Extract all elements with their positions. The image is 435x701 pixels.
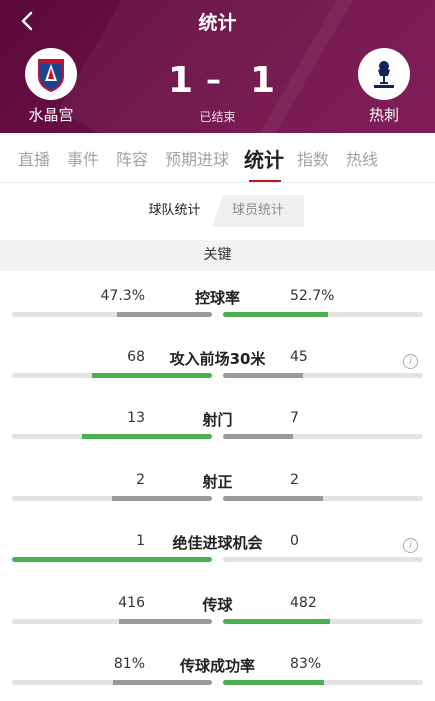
tab-lineup[interactable]: 阵容: [116, 146, 148, 170]
score-separator: –: [206, 63, 221, 98]
match-header: 统计 水晶宫 1 – 1 已结束 热刺: [0, 0, 435, 133]
home-bar-track: [12, 434, 212, 439]
away-value: 45: [290, 349, 308, 365]
away-bar-track: [223, 312, 423, 317]
info-icon[interactable]: i: [403, 354, 418, 369]
tottenham-crest-icon: [374, 61, 394, 88]
away-value: 2: [290, 472, 299, 488]
away-bar: [223, 373, 303, 378]
player-stats-button[interactable]: 球员统计: [212, 195, 304, 227]
away-value: 0: [290, 533, 299, 549]
home-bar: [117, 312, 212, 317]
away-bar: [223, 312, 329, 317]
home-score: 1: [168, 60, 194, 101]
stat-label: 射门: [202, 411, 233, 429]
tab-live[interactable]: 直播: [18, 146, 50, 170]
away-bar-track: [223, 373, 423, 378]
away-value: 83%: [290, 656, 322, 672]
home-team-logo[interactable]: [25, 48, 77, 100]
home-bar: [92, 373, 212, 378]
stat-row-final-third-entries: 68 攻入前场30米 45 i: [0, 348, 435, 408]
away-bar-track: [223, 680, 423, 685]
home-bar-track: [12, 496, 212, 501]
away-bar: [223, 619, 331, 624]
crystal-palace-crest-icon: [38, 59, 64, 93]
home-bar: [113, 680, 212, 685]
tab-odds[interactable]: 指数: [297, 146, 329, 170]
team-stats-button[interactable]: 球队统计: [127, 195, 222, 227]
home-bar-track: [12, 557, 212, 562]
away-team-name[interactable]: 热刺: [344, 104, 424, 125]
tab-events[interactable]: 事件: [67, 146, 99, 170]
info-icon[interactable]: i: [403, 538, 418, 553]
home-bar-track: [12, 312, 212, 317]
home-bar: [82, 434, 212, 439]
stat-label: 传球: [202, 596, 233, 614]
tab-expected-goals[interactable]: 预期进球: [165, 146, 229, 170]
stat-row-shots: 13 射门 7: [0, 409, 435, 469]
away-team-logo[interactable]: [358, 48, 410, 100]
away-bar-track: [223, 619, 423, 624]
stat-label: 控球率: [194, 289, 240, 307]
stat-row-shots-on-target: 2 射正 2: [0, 471, 435, 531]
stats-type-toggle: 球员统计 球队统计: [127, 195, 307, 227]
away-value: 52.7%: [290, 288, 335, 304]
home-bar-track: [12, 373, 212, 378]
tab-stats[interactable]: 统计: [244, 144, 284, 173]
stat-row-passes: 416 传球 482: [0, 594, 435, 654]
stat-label: 绝佳进球机会: [172, 534, 263, 552]
away-bar: [223, 434, 293, 439]
page-title: 统计: [198, 12, 237, 34]
stat-label: 攻入前场30米: [169, 350, 266, 368]
away-value: 482: [290, 595, 317, 611]
away-score: 1: [250, 60, 276, 101]
stat-row-pass-accuracy: 81% 传球成功率 83%: [0, 655, 435, 701]
away-value: 7: [290, 410, 299, 426]
section-title-key: 关键: [0, 240, 435, 271]
stat-row-big-chances: 1 绝佳进球机会 0 i: [0, 532, 435, 592]
stat-label: 射正: [202, 473, 233, 491]
away-bar: [223, 496, 323, 501]
home-bar: [12, 557, 212, 562]
tab-bar: 直播 事件 阵容 预期进球 统计 指数 热线: [0, 133, 435, 183]
home-bar-track: [12, 680, 212, 685]
active-tab-indicator: [249, 180, 281, 182]
home-bar: [119, 619, 212, 624]
tab-hotline[interactable]: 热线: [346, 146, 378, 170]
home-bar-track: [12, 619, 212, 624]
away-bar-track: [223, 557, 423, 562]
away-bar-track: [223, 496, 423, 501]
away-bar: [223, 680, 325, 685]
stat-label: 传球成功率: [179, 657, 255, 675]
home-bar: [112, 496, 212, 501]
away-bar-track: [223, 434, 423, 439]
stat-row-possession: 47.3% 控球率 52.7%: [0, 287, 435, 347]
